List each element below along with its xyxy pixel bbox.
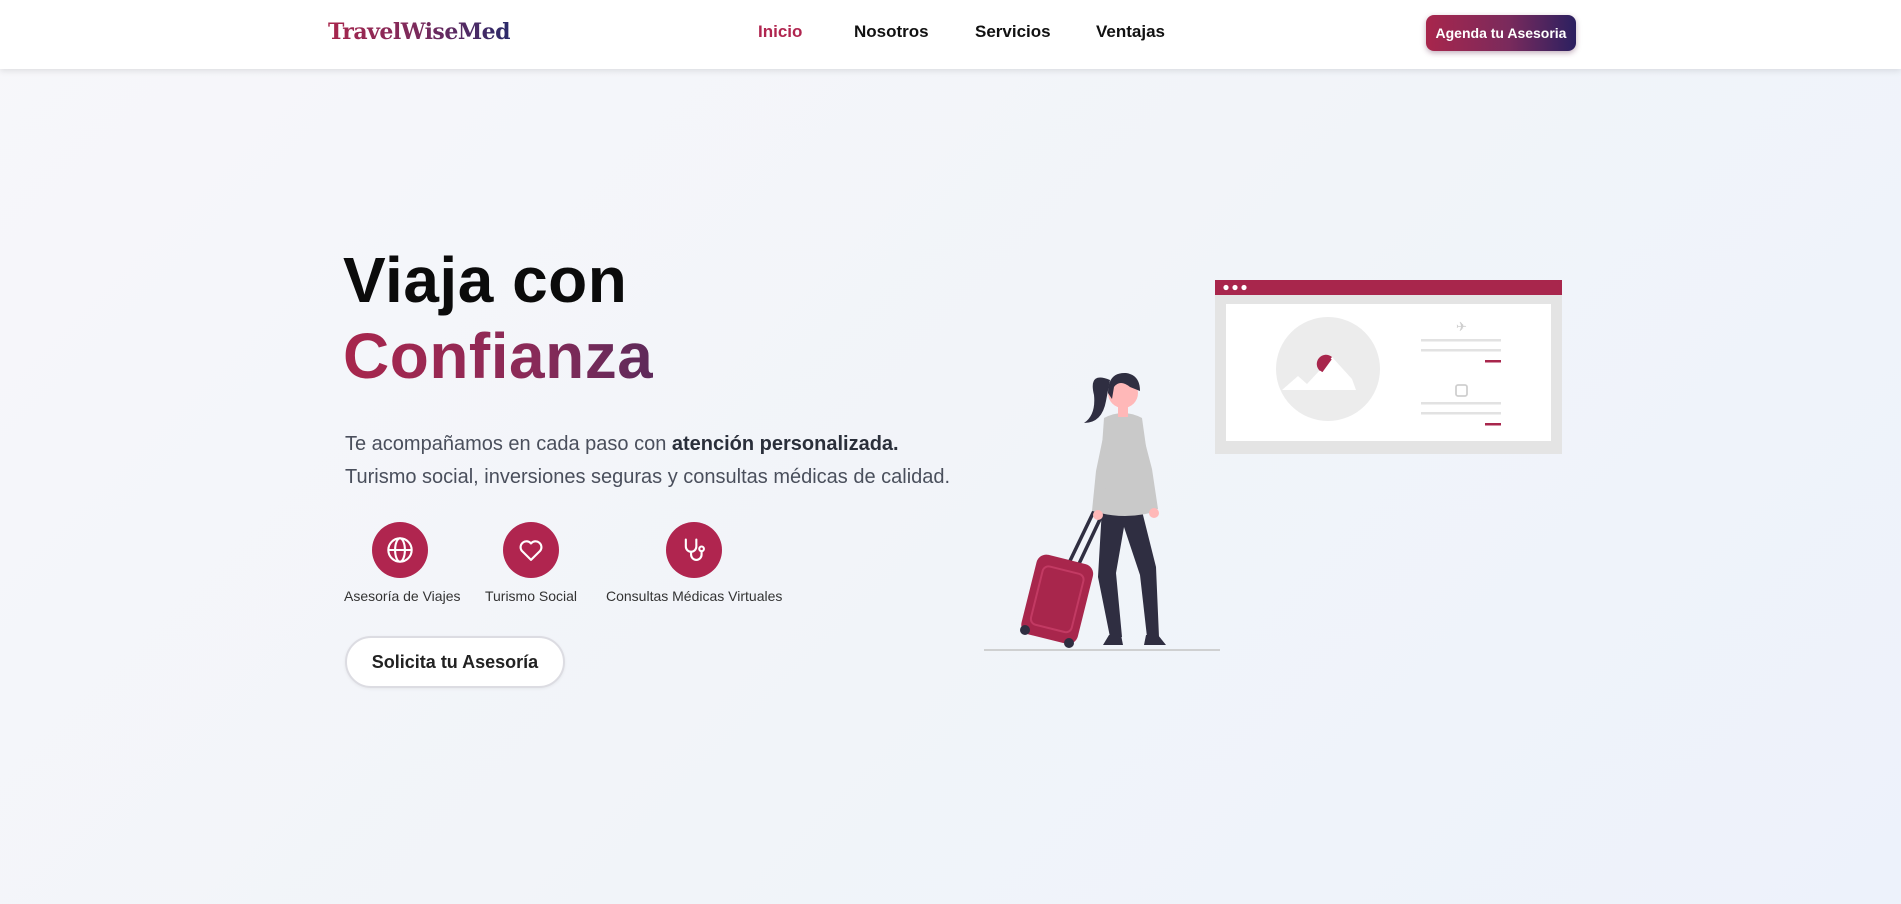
traveler-figure [1020, 372, 1166, 648]
hero-title-line2: Confianza [343, 316, 653, 396]
feature-label: Turismo Social [484, 588, 578, 604]
stethoscope-icon [684, 538, 705, 561]
globe-icon [387, 537, 413, 563]
feature-travel-advice: Asesoría de Viajes [344, 522, 461, 604]
browser-window-graphic: ✈ [1215, 280, 1562, 454]
feature-label: Asesoría de Viajes [344, 588, 461, 604]
request-consultation-button[interactable]: Solicita tu Asesoría [345, 636, 565, 688]
top-navbar: TravelWiseMed Inicio Nosotros Servicios … [0, 0, 1901, 69]
feature-icon-circle [666, 522, 722, 578]
feature-social-tourism: Turismo Social [484, 522, 578, 604]
schedule-consultation-button[interactable]: Agenda tu Asesoria [1426, 15, 1576, 51]
hero-title-line1: Viaja con [343, 244, 628, 316]
nav-link-inicio[interactable]: Inicio [758, 22, 802, 42]
feature-virtual-medical: Consultas Médicas Virtuales [606, 522, 782, 604]
nav-link-servicios[interactable]: Servicios [975, 22, 1051, 42]
feature-icon-circle [372, 522, 428, 578]
traveler-illustration: ✈ [984, 280, 1562, 651]
svg-text:✈: ✈ [1456, 320, 1467, 335]
hero-subtitle-prefix: Te acompañamos en cada paso con [345, 433, 672, 455]
hero-subtitle-bold: atención personalizada. [671, 433, 899, 455]
feature-label: Consultas Médicas Virtuales [606, 588, 783, 604]
heart-icon [519, 540, 543, 561]
hero-subtitle-line2: Turismo social, inversiones seguras y co… [345, 466, 951, 488]
hero-subtitle: Te acompañamos en cada paso con atención… [345, 428, 965, 494]
feature-icon-circle [503, 522, 559, 578]
nav-link-nosotros[interactable]: Nosotros [854, 22, 929, 42]
brand-logo[interactable]: TravelWiseMed [328, 19, 511, 45]
nav-link-ventajas[interactable]: Ventajas [1096, 22, 1165, 42]
